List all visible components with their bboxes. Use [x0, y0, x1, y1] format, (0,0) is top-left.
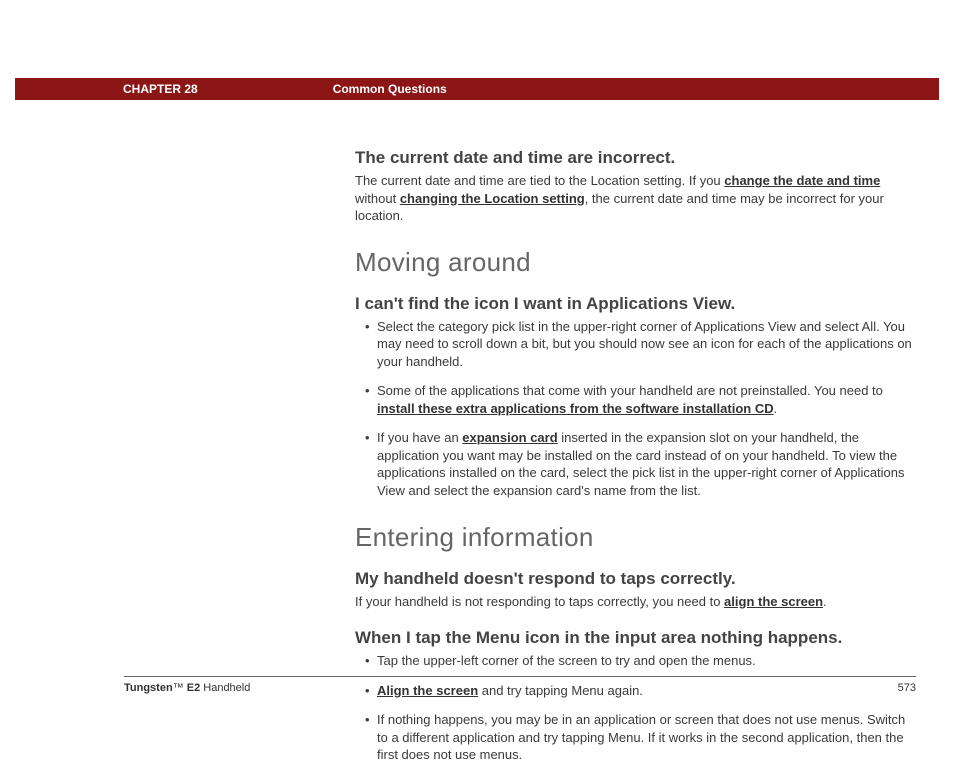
footer-rule: [124, 676, 916, 677]
question-heading: I can't find the icon I want in Applicat…: [355, 294, 916, 314]
section-heading: Moving around: [355, 247, 916, 278]
list-item: Some of the applications that come with …: [365, 382, 916, 417]
text-run: .: [823, 594, 827, 609]
list-item: If you have an expansion card inserted i…: [365, 429, 916, 499]
list-item: Select the category pick list in the upp…: [365, 318, 916, 371]
question-heading: My handheld doesn't respond to taps corr…: [355, 569, 916, 589]
chapter-section: Common Questions: [333, 82, 447, 96]
page-number: 573: [898, 682, 916, 694]
text-run: without: [355, 191, 400, 206]
link-align-screen[interactable]: align the screen: [724, 594, 823, 609]
trademark: ™: [173, 682, 184, 694]
bullet-list: Tap the upper-left corner of the screen …: [365, 652, 916, 764]
model: E2: [184, 682, 201, 694]
body-paragraph: The current date and time are tied to th…: [355, 172, 916, 225]
text-run: If you have an: [377, 430, 462, 445]
text-run: The current date and time are tied to th…: [355, 173, 724, 188]
link-change-date-time[interactable]: change the date and time: [724, 173, 880, 188]
link-change-location[interactable]: changing the Location setting: [400, 191, 585, 206]
question-heading: The current date and time are incorrect.: [355, 148, 916, 168]
chapter-number: CHAPTER 28: [123, 82, 198, 96]
question-heading: When I tap the Menu icon in the input ar…: [355, 628, 916, 648]
product-name: Tungsten™ E2 Handheld: [124, 682, 250, 694]
brand: Tungsten: [124, 682, 173, 694]
list-item: Tap the upper-left corner of the screen …: [365, 652, 916, 670]
body-paragraph: If your handheld is not responding to ta…: [355, 593, 916, 611]
chapter-header: CHAPTER 28 Common Questions: [15, 78, 939, 100]
text-run: If your handheld is not responding to ta…: [355, 594, 724, 609]
section-heading: Entering information: [355, 522, 916, 553]
kind: Handheld: [200, 682, 250, 694]
link-install-extra-apps[interactable]: install these extra applications from th…: [377, 401, 774, 416]
text-run: .: [774, 401, 778, 416]
bullet-list: Select the category pick list in the upp…: [365, 318, 916, 500]
text-run: Some of the applications that come with …: [377, 383, 883, 398]
link-expansion-card[interactable]: expansion card: [462, 430, 557, 445]
page-footer: Tungsten™ E2 Handheld 573: [124, 682, 916, 694]
